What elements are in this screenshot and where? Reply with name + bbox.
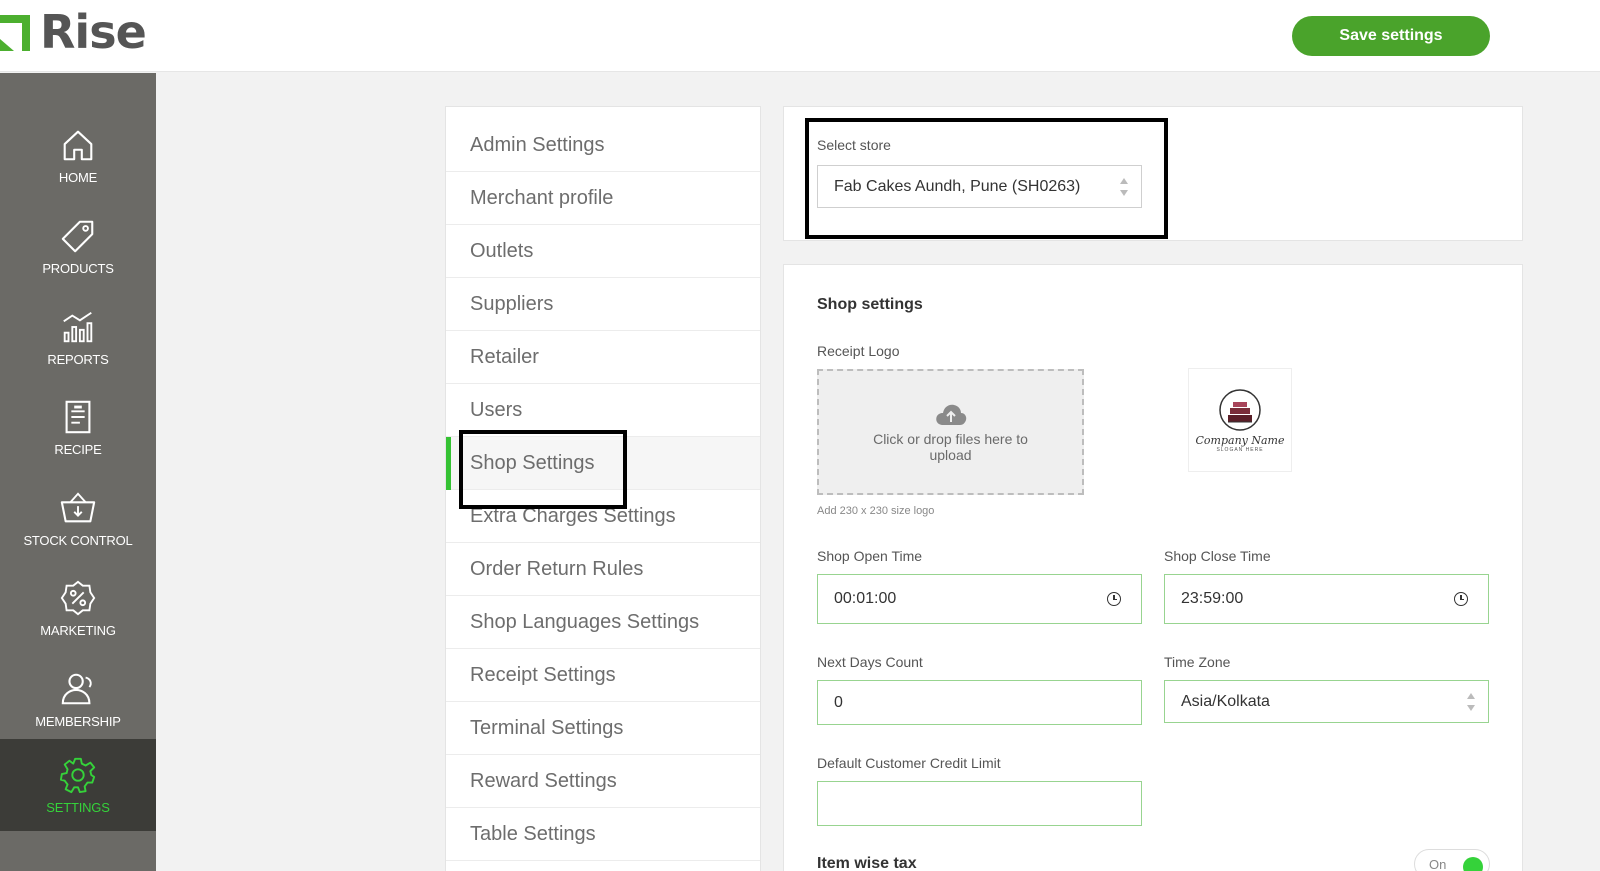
menu-item-users[interactable]: Users [446, 384, 760, 437]
open-time-value: 00:01:00 [834, 590, 897, 607]
menu-item-merchant-profile[interactable]: Merchant profile [446, 172, 760, 225]
updown-arrows-icon [1119, 177, 1129, 196]
logo-size-hint: Add 230 x 230 size logo [817, 505, 935, 517]
next-days-count-input[interactable]: 0 [817, 680, 1142, 725]
logo-preview-slogan: SLOGAN HERE [1216, 446, 1264, 453]
updown-arrows-icon [1466, 692, 1476, 711]
item-wise-tax-toggle[interactable]: On [1414, 849, 1490, 871]
settings-menu: Admin Settings Merchant profile Outlets … [445, 106, 761, 871]
tag-icon [61, 220, 94, 252]
sidebar-item-marketing[interactable]: MARKETING [0, 562, 156, 654]
credit-limit-input[interactable] [817, 781, 1142, 826]
save-settings-button[interactable]: Save settings [1292, 16, 1490, 56]
sidebar-item-label: RECIPE [54, 441, 102, 457]
gear-icon [59, 757, 96, 793]
menu-item-receipt-settings[interactable]: Receipt Settings [446, 649, 760, 702]
receipt-logo-preview: Company Name SLOGAN HERE [1188, 368, 1292, 472]
logo-preview-company-name: Company Name [1195, 433, 1285, 447]
sidebar-item-recipe[interactable]: RECIPE [0, 381, 156, 473]
open-time-input[interactable]: 00:01:00 [817, 574, 1142, 624]
menu-item-suppliers[interactable]: Suppliers [446, 278, 760, 331]
cloud-upload-icon [935, 404, 966, 425]
sidebar-item-label: HOME [58, 169, 98, 185]
sidebar-item-label: REPORTS [47, 351, 109, 367]
clock-icon[interactable] [1107, 592, 1121, 606]
rise-logo-text: Rise [40, 5, 147, 59]
menu-item-terminal-settings[interactable]: Terminal Settings [446, 702, 760, 755]
sidebar-item-label: MARKETING [40, 622, 116, 638]
sidebar-item-label: STOCK CONTROL [23, 532, 133, 548]
menu-item-extra-charges-settings[interactable]: Extra Charges Settings [446, 490, 760, 543]
sidebar-item-reports[interactable]: REPORTS [0, 291, 156, 383]
cake-logo-icon [1219, 388, 1261, 431]
menu-item-table-settings[interactable]: Table Settings [446, 808, 760, 861]
sidebar-item-membership[interactable]: MEMBERSHIP [0, 653, 156, 745]
menu-item-admin-settings[interactable]: Admin Settings [446, 119, 760, 172]
sidebar-item-products[interactable]: PRODUCTS [0, 200, 156, 292]
sidebar-item-label: PRODUCTS [42, 260, 114, 276]
next-days-count-label: Next Days Count [817, 654, 923, 670]
sidebar-item-stock-control[interactable]: STOCK CONTROL [0, 472, 156, 564]
logo-upload-dropzone[interactable]: Click or drop files here to upload [817, 369, 1084, 495]
shop-settings-title: Shop settings [817, 296, 923, 313]
next-days-count-value: 0 [834, 693, 843, 711]
sidebar-item-label: SETTINGS [46, 799, 110, 815]
time-zone-label: Time Zone [1164, 654, 1231, 670]
item-wise-tax-label: Item wise tax [817, 855, 917, 871]
select-store-label: Select store [817, 137, 891, 153]
sidebar-item-label: MEMBERSHIP [35, 713, 121, 729]
close-time-value: 23:59:00 [1181, 590, 1244, 607]
toggle-knob [1463, 857, 1483, 871]
close-time-label: Shop Close Time [1164, 548, 1271, 564]
reports-icon [63, 311, 93, 342]
top-header: Rise Save settings [0, 0, 1600, 72]
basket-icon [60, 491, 96, 522]
sidebar-item-settings[interactable]: SETTINGS [0, 739, 156, 831]
recipe-icon [65, 400, 91, 433]
toggle-state-label: On [1429, 856, 1447, 871]
main-sidebar: HOME PRODUCTS REPORTS RECIPE STOCK CONTR… [0, 73, 156, 871]
time-zone-select[interactable]: Asia/Kolkata [1164, 680, 1489, 723]
open-time-label: Shop Open Time [817, 548, 923, 564]
credit-limit-label: Default Customer Credit Limit [817, 755, 1001, 771]
menu-item-outlets[interactable]: Outlets [446, 225, 760, 278]
menu-item-shop-languages-settings[interactable]: Shop Languages Settings [446, 596, 760, 649]
clock-icon[interactable] [1454, 592, 1468, 606]
rise-logo[interactable]: Rise [0, 5, 147, 59]
home-icon [63, 130, 93, 160]
menu-item-shop-settings[interactable]: Shop Settings [446, 437, 760, 490]
time-zone-value: Asia/Kolkata [1181, 692, 1270, 710]
upload-text: Click or drop files here to upload [873, 431, 1028, 463]
rise-logo-mark-icon [0, 13, 30, 51]
receipt-logo-label: Receipt Logo [817, 343, 900, 359]
menu-item-reward-settings[interactable]: Reward Settings [446, 755, 760, 808]
menu-item-order-return-rules[interactable]: Order Return Rules [446, 543, 760, 596]
percent-badge-icon [60, 580, 96, 615]
menu-item-retailer[interactable]: Retailer [446, 331, 760, 384]
members-icon [61, 673, 92, 704]
close-time-input[interactable]: 23:59:00 [1164, 574, 1489, 624]
store-select-value: Fab Cakes Aundh, Pune (SH0263) [834, 177, 1081, 195]
sidebar-item-home[interactable]: HOME [0, 109, 156, 201]
store-select[interactable]: Fab Cakes Aundh, Pune (SH0263) [817, 165, 1142, 208]
